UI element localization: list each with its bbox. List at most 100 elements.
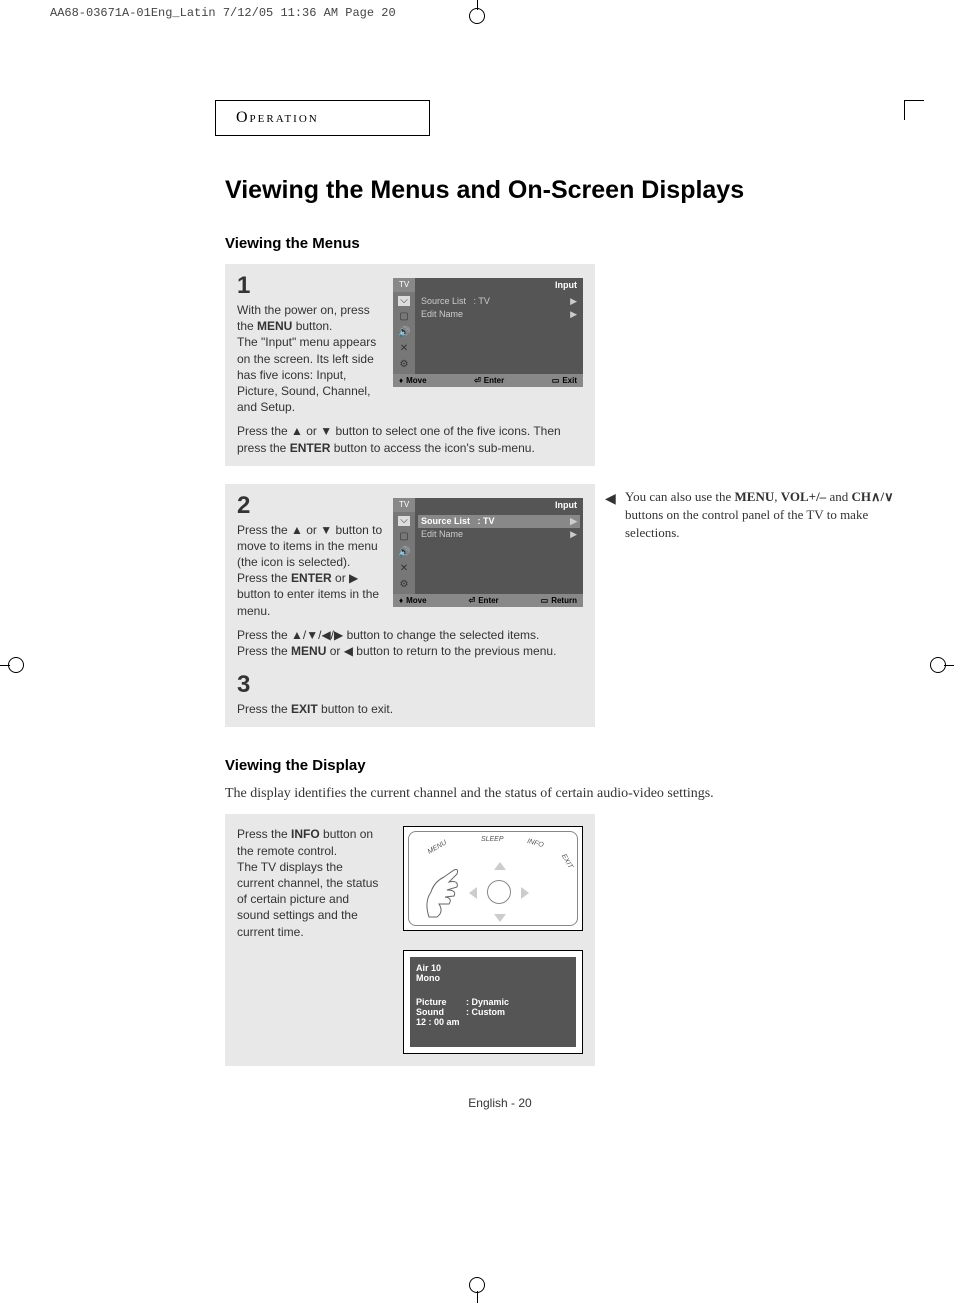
info-sound-k: Sound [416,1007,466,1017]
enter-bold: ENTER [290,441,331,455]
display-description: The display identifies the current chann… [225,786,905,802]
osd-icon-column: ⌵ ▢ 🔊 ✕ ⚙ [393,512,415,594]
step-2-t4-post: or ◀ button to return to the previous me… [326,644,556,658]
sn-menu: MENU [735,489,775,504]
info-box: Press the INFO button on the remote cont… [225,814,595,1065]
input-icon: ⌵ [398,296,410,306]
subheading-viewing-display: Viewing the Display [225,757,905,774]
triangle-left-icon: ◀ [605,490,616,510]
step-2-t2-pre: Press the [237,571,291,585]
osd-move: ♦ Move [399,376,427,385]
arrow-icon: ▶ [570,529,577,540]
info-step-pre: Press the [237,827,291,841]
info-picture-v: : Dynamic [466,997,509,1007]
enter-bold-2: ENTER [291,571,332,585]
print-header: AA68-03671A-01Eng_Latin 7/12/05 11:36 AM… [50,6,396,20]
step-2-t4-pre: Press the [237,644,291,658]
osd-title: Input [415,498,583,512]
step-1-text-post: button. The "Input" menu appears on the … [237,319,376,414]
info-sound-v: : Custom [466,1007,505,1017]
info-bold: INFO [291,827,320,841]
info-time: 12 : 00 am [416,1017,570,1027]
dpad-down-icon [494,914,506,922]
remote-exit-label: EXIT [560,853,574,870]
osd-tv-label: TV [393,498,415,512]
step-2-t3: Press the ▲/▼/◀/▶ button to change the s… [237,628,539,642]
osd-exit: ▭ Exit [552,376,577,385]
page-number: English - 20 [95,1096,905,1110]
osd-return: ▭ Return [541,596,577,605]
info-audio: Mono [416,973,570,983]
arrow-icon: ▶ [570,296,577,307]
osd-icon-column: ⌵ ▢ 🔊 ✕ ⚙ [393,292,415,374]
setup-icon: ⚙ [398,580,410,590]
osd-line-source-selected: Source List : TV ▶ [418,515,580,528]
section-tab: Operation [215,100,430,136]
osd-menu-1: TV Input ⌵ ▢ 🔊 ✕ ⚙ Source List : TV [393,278,583,387]
remote-illustration: MENU SLEEP INFO EXIT [403,826,583,931]
sn-m2: and [826,489,851,504]
exit-bold: EXIT [291,702,318,716]
step-1-number: 1 [237,274,383,298]
step-2-t1: Press the ▲ or ▼ button to move to items… [237,523,382,569]
arrow-icon: ▶ [570,516,577,527]
dpad-center-icon [487,880,511,904]
step-3-pre: Press the [237,702,291,716]
osd-enter: ⏎ Enter [474,376,504,385]
step-3-post: button to exit. [318,702,393,716]
picture-icon: ▢ [398,312,410,322]
hand-icon [419,862,469,922]
step-2-number: 2 [237,494,383,518]
input-icon: ⌵ [398,516,410,526]
channel-icon: ✕ [398,564,410,574]
sound-icon: 🔊 [398,548,410,558]
sn-pre: You can also use the [625,489,735,504]
channel-icon: ✕ [398,344,410,354]
setup-icon: ⚙ [398,360,410,370]
remote-sleep-label: SLEEP [481,836,504,843]
arrow-icon: ▶ [570,309,577,320]
remote-menu-label: MENU [427,840,448,856]
dpad-up-icon [494,862,506,870]
step-1-box: 1 With the power on, press the MENU butt… [225,264,595,466]
sn-ch: CH [851,489,871,504]
sn-post: buttons on the control panel of the TV t… [625,507,868,540]
osd-menu-2: TV Input ⌵ ▢ 🔊 ✕ ⚙ Source [393,498,583,607]
corner-mark [904,100,924,120]
dpad-left-icon [469,887,477,899]
crop-mark-right [924,650,954,680]
osd-move: ♦ Move [399,596,427,605]
osd-source-label: Source List [421,516,470,526]
osd-source-value: : TV [478,516,495,526]
menu-bold-2: MENU [291,644,326,658]
remote-info-label: INFO [526,838,544,849]
sn-vol: VOL+/– [781,489,826,504]
sound-icon: 🔊 [398,328,410,338]
remote-dpad [469,862,529,922]
step-3-number: 3 [237,673,583,697]
osd-edit-label: Edit Name [421,309,463,320]
osd-edit-label: Edit Name [421,529,463,540]
picture-icon: ▢ [398,532,410,542]
side-note: ◀ You can also use the MENU, VOL+/– and … [625,488,895,543]
osd-line-source: Source List : TV ▶ [421,295,577,308]
step-2-box: 2 Press the ▲ or ▼ button to move to ite… [225,484,595,728]
osd-tv-label: TV [393,278,415,292]
info-channel: Air 10 [416,963,570,973]
info-step-post: button on the remote control. The TV dis… [237,827,378,938]
crop-mark-left [0,650,30,680]
osd-line-edit: Edit Name ▶ [421,528,577,541]
page-title: Viewing the Menus and On-Screen Displays [225,176,905,205]
menu-bold: MENU [257,319,292,333]
subheading-viewing-menus: Viewing the Menus [225,235,905,252]
step-1-below-post: button to access the icon's sub-menu. [330,441,534,455]
info-osd: Air 10 Mono Picture: Dynamic Sound: Cust… [403,950,583,1054]
info-picture-k: Picture [416,997,466,1007]
crop-mark-top [467,0,487,20]
crop-mark-bottom [467,1263,487,1303]
dpad-right-icon [521,887,529,899]
osd-enter: ⏎ Enter [469,596,499,605]
sn-chs: ∧/∨ [871,489,894,504]
osd-source-value: : TV [474,296,490,306]
osd-title: Input [415,278,583,292]
